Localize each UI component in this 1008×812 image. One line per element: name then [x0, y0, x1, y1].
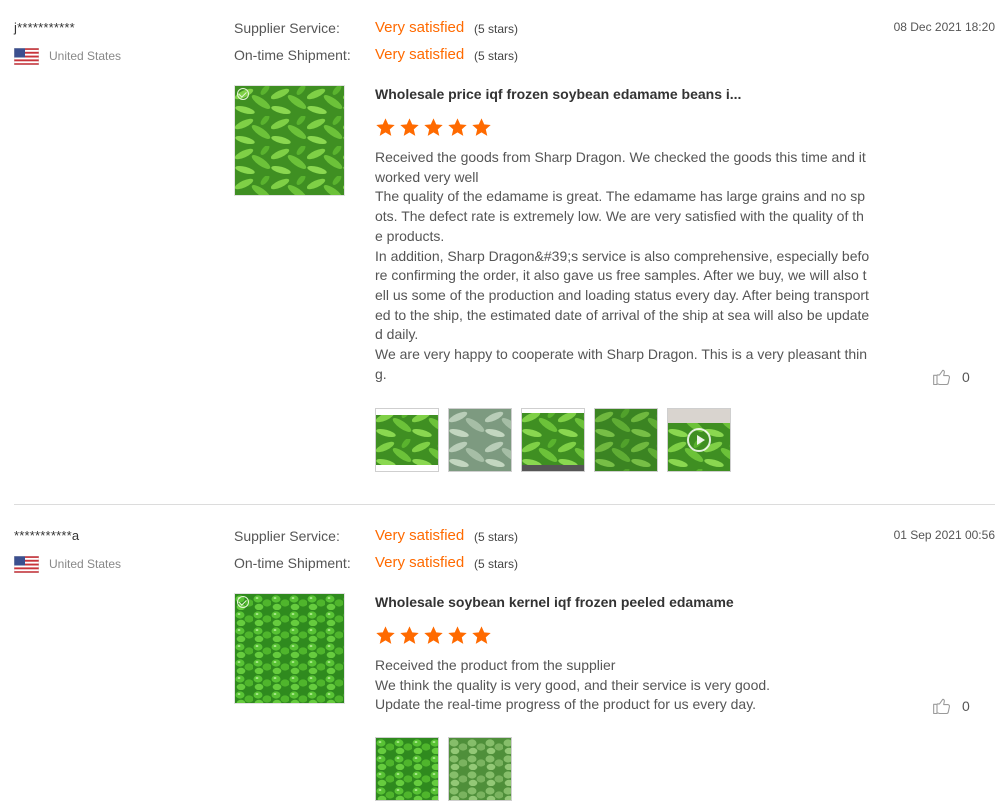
product-title-link[interactable]: Wholesale soybean kernel iqf frozen peel… — [375, 594, 734, 610]
star-icon — [423, 117, 444, 138]
star-icon — [447, 625, 468, 646]
shipment-stars: (5 stars) — [474, 557, 519, 571]
product-photo — [235, 86, 344, 195]
review-text: Received the product from the supplier W… — [375, 656, 871, 715]
star-icon — [375, 117, 396, 138]
country-label: United States — [49, 557, 122, 571]
shipment-label: On-time Shipment: — [234, 555, 351, 571]
thumbs-up-icon — [932, 367, 952, 387]
like-button[interactable]: 0 — [932, 694, 970, 718]
supplier-service-rating: Very satisfied — [375, 19, 465, 36]
us-flag-icon — [14, 556, 39, 573]
product-image[interactable] — [234, 593, 345, 704]
star-icon — [471, 625, 492, 646]
check-circle-icon — [237, 88, 249, 100]
review-thumbnail[interactable] — [594, 408, 658, 472]
review-video-thumbnail[interactable] — [667, 408, 731, 472]
review-thumbnail[interactable] — [521, 408, 585, 472]
review-thumbnail[interactable] — [375, 737, 439, 801]
review-thumbnail[interactable] — [448, 737, 512, 801]
review-paragraph: The quality of the edamame is great. The… — [375, 188, 866, 244]
review-paragraph: We are very happy to cooperate with Shar… — [375, 346, 868, 382]
review-paragraph: Received the goods from Sharp Dragon. We… — [375, 149, 870, 185]
review-paragraph: Received the product from the supplier — [375, 657, 616, 673]
product-image[interactable] — [234, 85, 345, 196]
star-rating — [375, 117, 492, 139]
star-icon — [399, 625, 420, 646]
check-circle-icon — [237, 596, 249, 608]
like-button[interactable]: 0 — [932, 365, 970, 389]
supplier-service-stars: (5 stars) — [474, 22, 519, 36]
supplier-service-rating: Very satisfied — [375, 527, 465, 544]
buyer-country: United States — [14, 47, 121, 65]
supplier-service-stars: (5 stars) — [474, 530, 519, 544]
play-icon — [687, 428, 711, 452]
like-count: 0 — [962, 698, 970, 714]
review-divider — [14, 504, 995, 505]
us-flag-icon — [14, 48, 39, 65]
country-label: United States — [49, 49, 122, 63]
star-icon — [447, 117, 468, 138]
review-item: ***********a United States Supplier Serv… — [0, 508, 1008, 812]
star-icon — [399, 117, 420, 138]
review-thumbnails — [375, 408, 731, 472]
review-text: Received the goods from Sharp Dragon. We… — [375, 148, 871, 384]
review-date: 01 Sep 2021 00:56 — [893, 528, 995, 542]
shipment-rating: Very satisfied — [375, 46, 465, 63]
review-thumbnail[interactable] — [448, 408, 512, 472]
buyer-name: j*********** — [14, 20, 75, 35]
shipment-rating: Very satisfied — [375, 554, 465, 571]
supplier-service-label: Supplier Service: — [234, 528, 340, 544]
review-item: j*********** United States Supplier Serv… — [0, 0, 1008, 505]
thumbs-up-icon — [932, 696, 952, 716]
review-date: 08 Dec 2021 18:20 — [893, 20, 995, 34]
review-thumbnails — [375, 737, 512, 801]
review-paragraph: We think the quality is very good, and t… — [375, 676, 771, 693]
shipment-stars: (5 stars) — [474, 49, 519, 63]
like-count: 0 — [962, 369, 970, 385]
buyer-country: United States — [14, 555, 121, 573]
star-icon — [375, 625, 396, 646]
review-paragraph: Update the real-time progress of the pro… — [375, 696, 757, 713]
product-title-link[interactable]: Wholesale price iqf frozen soybean edama… — [375, 86, 741, 102]
product-photo — [235, 594, 344, 703]
review-paragraph: In addition, Sharp Dragon&#39;s service … — [375, 247, 870, 343]
buyer-name: ***********a — [14, 528, 80, 543]
supplier-service-label: Supplier Service: — [234, 20, 340, 36]
star-icon — [471, 117, 492, 138]
shipment-label: On-time Shipment: — [234, 47, 351, 63]
star-rating — [375, 625, 492, 647]
review-thumbnail[interactable] — [375, 408, 439, 472]
star-icon — [423, 625, 444, 646]
